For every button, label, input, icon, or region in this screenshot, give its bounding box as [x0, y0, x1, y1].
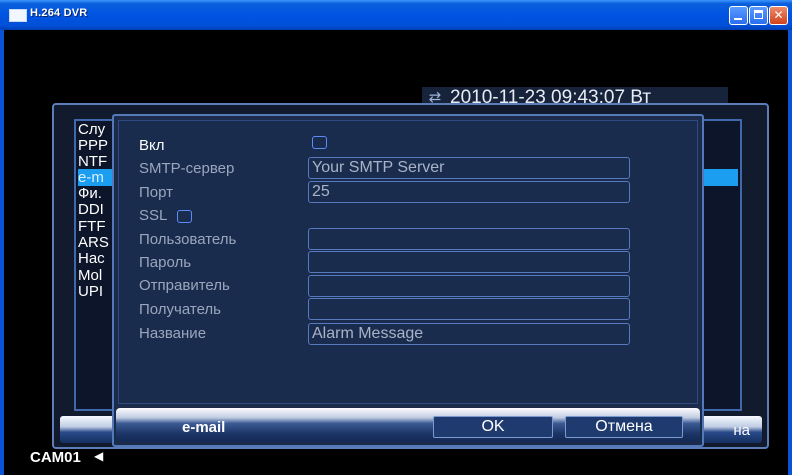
- close-button[interactable]: ✕: [769, 6, 788, 25]
- ok-button[interactable]: OK: [433, 416, 553, 438]
- subject-input[interactable]: [308, 323, 630, 345]
- sender-label: Отправитель: [139, 277, 230, 294]
- email-settings-panel: Вкл SMTP-сервер Порт SSL Пользователь Па…: [118, 120, 698, 404]
- minimize-icon: [734, 18, 742, 20]
- minimize-button[interactable]: [729, 6, 748, 25]
- enable-label: Вкл: [139, 137, 165, 154]
- dvr-screen: ⇄ 2010-11-23 09:43:07 Вт Слу PPP NTF e-m…: [4, 30, 788, 475]
- camera-label: CAM01: [30, 449, 81, 466]
- port-input[interactable]: [308, 181, 630, 203]
- ssl-label: SSL: [139, 207, 168, 224]
- user-input[interactable]: [308, 228, 630, 250]
- receiver-label: Получатель: [139, 301, 221, 318]
- smtp-server-label: SMTP-сервер: [139, 160, 235, 177]
- cancel-button[interactable]: Отмена: [565, 416, 683, 438]
- dialog-button-bar: e-mail OK Отмена: [116, 408, 700, 442]
- speaker-icon: ◀: [94, 449, 104, 463]
- subject-label: Название: [139, 325, 207, 342]
- smtp-server-input[interactable]: [308, 157, 630, 179]
- password-label: Пароль: [139, 254, 192, 271]
- close-icon: ✕: [773, 8, 784, 22]
- maximize-icon: [754, 10, 763, 19]
- ssl-checkbox[interactable]: [177, 210, 192, 223]
- enable-checkbox[interactable]: [312, 136, 327, 149]
- sender-input[interactable]: [308, 275, 630, 297]
- maximize-button[interactable]: [749, 6, 768, 25]
- receiver-input[interactable]: [308, 298, 630, 320]
- app-icon: [9, 9, 27, 22]
- email-settings-dialog: Вкл SMTP-сервер Порт SSL Пользователь Па…: [112, 114, 704, 447]
- window-frame-right: [788, 30, 792, 475]
- dialog-title: e-mail: [182, 419, 226, 436]
- password-input[interactable]: [308, 251, 630, 273]
- port-label: Порт: [139, 184, 174, 201]
- network-cancel-button[interactable]: на: [733, 422, 750, 439]
- window-titlebar[interactable]: H.264 DVR ✕: [0, 0, 792, 30]
- window-title: H.264 DVR: [30, 7, 88, 19]
- user-label: Пользователь: [139, 231, 237, 248]
